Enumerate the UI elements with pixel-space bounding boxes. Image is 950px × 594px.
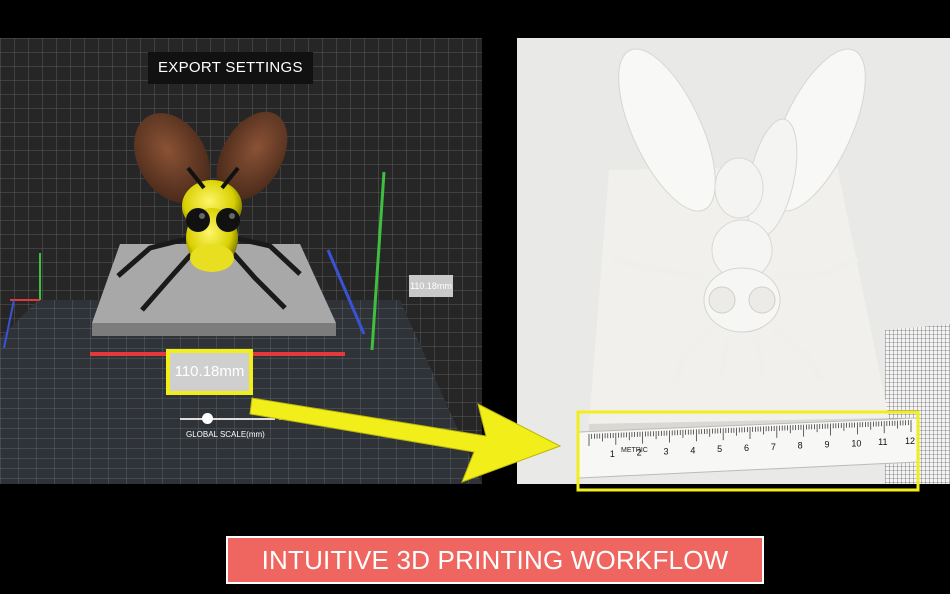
slider-track	[180, 418, 275, 420]
printed-bee-image: 1 2 3 4 5 6 7 8 9 10 11 12 METRIC	[517, 38, 950, 484]
global-scale-slider[interactable]: 56.5%	[180, 412, 320, 432]
ruler-number: 6	[744, 443, 749, 453]
dimension-axis-label: 110.18mm	[409, 275, 453, 297]
printed-model-photo: 1 2 3 4 5 6 7 8 9 10 11 12 METRIC	[517, 38, 950, 484]
ruler-number: 7	[771, 442, 776, 452]
ruler-number: 8	[798, 441, 803, 451]
ruler-number: 11	[878, 437, 887, 447]
ruler-metric-label: METRIC	[621, 447, 648, 454]
ruler-number: 1	[610, 449, 615, 459]
global-scale-label: GLOBAL SCALE(mm)	[186, 430, 265, 439]
ruler-number: 4	[690, 445, 695, 455]
ruler-number: 5	[717, 444, 722, 454]
workflow-banner: INTUITIVE 3D PRINTING WORKFLOW	[226, 536, 764, 584]
dimension-main-label: 110.18mm	[166, 349, 253, 395]
ruler-number: 3	[664, 447, 669, 457]
export-settings-button[interactable]: EXPORT SETTINGS	[148, 52, 313, 84]
ruler-number: 12	[905, 436, 915, 446]
ruler-number: 9	[825, 440, 830, 450]
slider-thumb[interactable]	[202, 413, 213, 424]
ruler-number: 10	[851, 438, 861, 448]
scale-value: 56.5%	[278, 412, 304, 422]
